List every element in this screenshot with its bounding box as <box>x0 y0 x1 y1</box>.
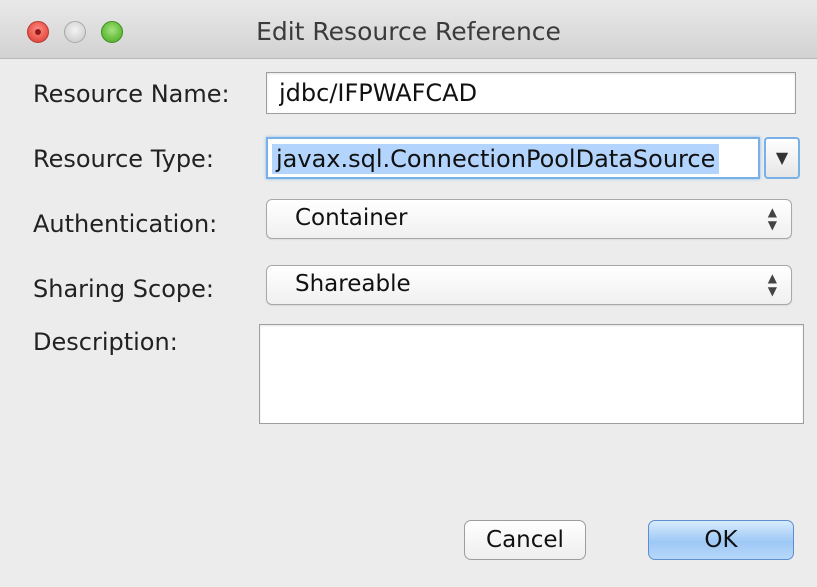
description-label: Description: <box>33 328 178 356</box>
up-down-arrows-icon: ▲ ▼ <box>767 205 777 232</box>
sharing-scope-value: Shareable <box>295 271 411 297</box>
description-textarea[interactable] <box>259 324 804 424</box>
resource-type-label: Resource Type: <box>33 145 214 173</box>
authentication-label: Authentication: <box>33 210 218 238</box>
up-down-arrows-icon: ▲ ▼ <box>767 271 777 298</box>
triangle-down-icon: ▼ <box>775 148 789 167</box>
resource-name-input[interactable] <box>266 72 796 114</box>
sharing-scope-label: Sharing Scope: <box>33 275 214 303</box>
authentication-select[interactable]: Container ▲ ▼ <box>266 199 792 239</box>
resource-type-combobox[interactable]: javax.sql.ConnectionPoolDataSource ▼ <box>266 137 804 179</box>
authentication-value: Container <box>295 205 408 231</box>
ok-button[interactable]: OK <box>648 520 794 560</box>
resource-name-label: Resource Name: <box>33 80 230 108</box>
dialog-window: Edit Resource Reference Resource Name: R… <box>0 0 817 587</box>
sharing-scope-select[interactable]: Shareable ▲ ▼ <box>266 265 792 305</box>
resource-type-dropdown-button[interactable]: ▼ <box>764 137 800 179</box>
window-title: Edit Resource Reference <box>256 17 561 46</box>
cancel-button[interactable]: Cancel <box>464 520 586 560</box>
resource-type-selected-text: javax.sql.ConnectionPoolDataSource <box>272 144 720 174</box>
title-bar[interactable]: Edit Resource Reference <box>0 0 817 59</box>
resource-type-input[interactable]: javax.sql.ConnectionPoolDataSource <box>266 137 760 179</box>
